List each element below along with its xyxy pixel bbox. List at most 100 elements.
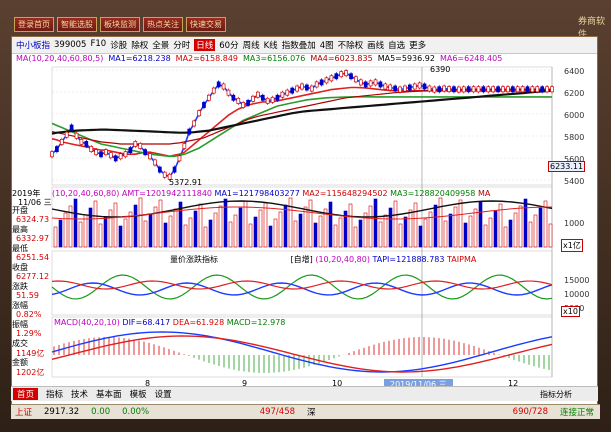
volume-bar [158,199,163,248]
volume-bar [508,219,513,248]
tapi-axis-15000: 15000 [564,276,590,285]
volume-bar [138,197,143,248]
bottom-tab-4[interactable]: 模板 [130,388,147,400]
vol-params: (10,20,40,60,80) [52,189,120,198]
candle-body [300,83,304,90]
candle-body [540,86,545,93]
dea-line [51,335,553,373]
tapi-tab[interactable]: [自增] [291,255,313,264]
volume-bar [538,207,543,248]
candle-body [59,138,64,145]
volume-bar [203,226,208,248]
quote-info-item: 1202亿 [16,367,45,377]
volume-bar [293,220,298,248]
volume-bar [148,213,153,248]
volume-bar [488,217,493,248]
volume-bar [438,197,443,248]
candle-body [344,70,348,77]
vol-amt: AMT=1201942111840 [121,189,212,198]
volume-bar [123,218,128,248]
volume-bar [248,223,253,248]
volume-bar [58,219,63,248]
volume-bar [198,203,203,248]
candle-body [476,86,481,93]
candle-body [535,86,540,93]
top-button-2[interactable]: 板块监测 [100,16,140,32]
volume-bar [453,206,458,248]
bottom-tab-0[interactable]: 首页 [13,388,39,400]
candle-body [64,131,69,138]
volume-bar [328,201,333,248]
volume-bar [263,202,268,248]
volume-bar [318,215,323,248]
candle-body [157,166,162,173]
candle-body [99,151,103,158]
index-value: 2917.32 [44,407,80,417]
quote-info-item: 1.29% [16,328,42,338]
volume-bar [468,215,473,248]
macd-dea: DEA=61.928 [172,318,225,327]
volume-bar [458,199,463,248]
price-tick: 6400 [564,67,585,76]
candle-body [177,155,182,162]
volume-bar [213,212,218,248]
candle-body [309,85,314,92]
bottom-tab-5[interactable]: 设置 [155,388,172,400]
candle-body [216,81,221,88]
candle-body [50,151,54,158]
candle-body [530,86,535,93]
candle-body [104,149,108,156]
candle-body [349,73,353,80]
candle-body [162,171,167,178]
indicator-analysis[interactable]: 指标分析 [540,389,572,400]
quote-info-item: 6277.12 [16,271,50,281]
candle-body [442,85,447,92]
price-series-line-4 [51,89,553,135]
macd-dif: DIF=68.417 [122,318,171,327]
volume-bar [288,197,293,248]
candle-body [118,153,123,160]
quote-info-item: 6324.73 [16,214,50,224]
candle-body [192,120,197,127]
candle-body [221,83,226,90]
volume-bar [408,209,413,248]
index-change: 0.00 [91,407,111,417]
candle-body [236,97,241,104]
candle-body [471,86,476,93]
candle-body [339,71,344,78]
volume-bar [483,224,488,248]
candle-body [280,91,285,98]
candle-body [123,151,128,158]
candle-body [378,81,383,88]
volume-bar [208,219,213,248]
bottom-tab-1[interactable]: 指标 [46,388,63,400]
top-button-4[interactable]: 快速交易 [186,16,226,32]
candle-body [74,132,79,139]
current-price-tag: 6233.11 [548,161,586,172]
volume-bar [403,216,408,248]
volume-bar [218,205,223,248]
top-button-0[interactable]: 登录首页 [14,16,54,32]
candle-body [452,86,456,93]
volume-bar [193,210,198,248]
price-tick: 5400 [564,177,585,186]
top-button-1[interactable]: 智能选股 [57,16,97,32]
volume-bar [523,198,528,248]
bottom-tab-2[interactable]: 技术 [71,388,88,400]
candle-body [256,91,260,98]
volume-bar [493,210,498,248]
candle-body [285,89,290,96]
volume-bar [53,226,58,248]
volume-bar [348,203,353,248]
quote-info-item: 51.59 [16,290,39,300]
volume-bar [173,208,178,248]
bottom-tab-3[interactable]: 基本面 [96,388,122,400]
candle-body [143,149,147,156]
top-button-3[interactable]: 热点关注 [143,16,183,32]
candle-body [290,87,295,94]
candle-body [79,138,84,145]
candle-body [128,147,133,154]
volume-bar [78,221,83,248]
candle-body [447,86,451,92]
candle-body [388,84,393,91]
